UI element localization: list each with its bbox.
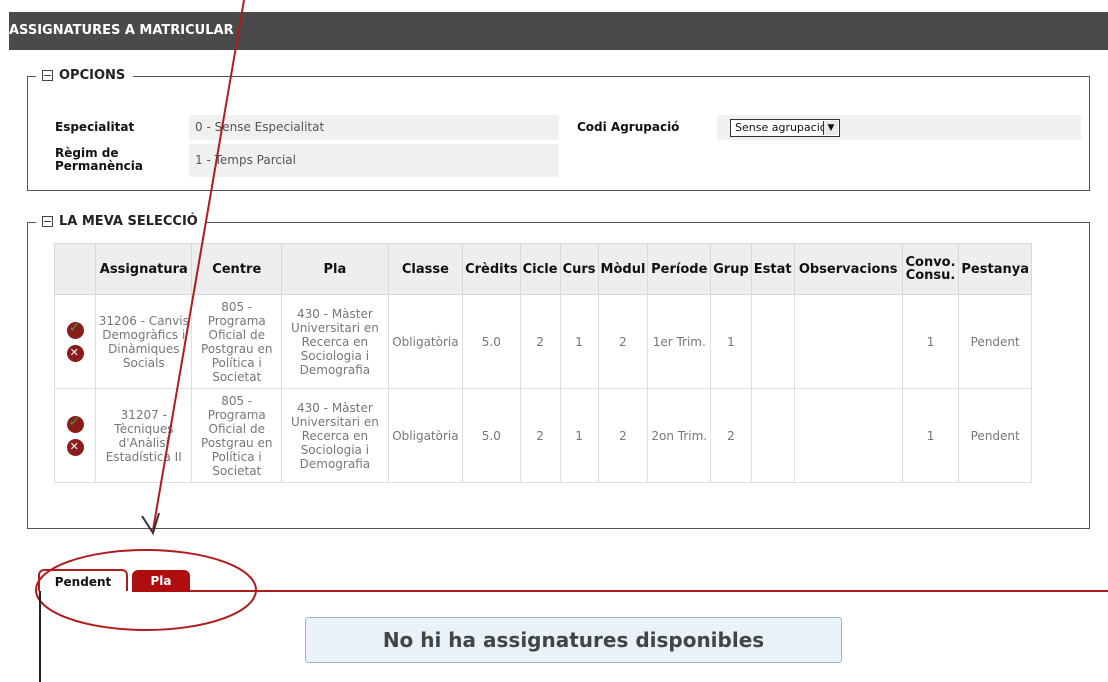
confirm-icon[interactable] bbox=[66, 414, 84, 433]
opcions-title: OPCIONS bbox=[59, 68, 126, 83]
especialitat-value: 0 - Sense Especialitat bbox=[189, 115, 559, 140]
codi-agrupacio-selected: Sense agrupació bbox=[735, 121, 827, 134]
cell-classe: Obligatòria bbox=[387, 388, 464, 483]
cell-pla: 430 - Màster Universitari en Recerca en … bbox=[281, 294, 389, 389]
cell-credits: 5.0 bbox=[462, 294, 521, 389]
cell-cicle: 2 bbox=[519, 294, 561, 389]
cell-pla: 430 - Màster Universitari en Recerca en … bbox=[281, 388, 389, 483]
col-assignatura: Assignatura bbox=[95, 243, 193, 295]
cell-estat bbox=[750, 294, 795, 389]
cell-periode: 1er Trim. bbox=[647, 294, 712, 389]
cell-grup: 2 bbox=[710, 388, 752, 483]
delete-icon[interactable] bbox=[66, 438, 84, 456]
row-actions bbox=[53, 388, 97, 483]
cell-centre: 805 - Programa Oficial de Postgrau en Po… bbox=[191, 388, 283, 483]
col-centre: Centre bbox=[191, 243, 283, 295]
cell-pestanya: Pendent bbox=[958, 294, 1032, 389]
seleccio-legend[interactable]: LA MEVA SELECCIÓ bbox=[36, 214, 206, 229]
cell-modul: 2 bbox=[597, 388, 649, 483]
col-pestanya: Pestanya bbox=[958, 243, 1032, 295]
cell-curs: 1 bbox=[559, 388, 599, 483]
table-row: 31207 - Tècniques d'Anàlisi Estadística … bbox=[53, 388, 1032, 483]
col-estat: Estat bbox=[750, 243, 795, 295]
dropdown-arrow-icon[interactable]: ▼ bbox=[823, 121, 838, 135]
delete-icon[interactable] bbox=[66, 344, 84, 362]
cell-pestanya: Pendent bbox=[958, 388, 1032, 483]
opcions-legend[interactable]: OPCIONS bbox=[36, 68, 134, 83]
tab-pendent[interactable]: Pendent bbox=[38, 569, 128, 591]
regim-label-line2: Permanència bbox=[55, 159, 144, 173]
regim-value: 1 - Temps Parcial bbox=[189, 144, 559, 177]
col-periode: Període bbox=[647, 243, 712, 295]
cell-cicle: 2 bbox=[519, 388, 561, 483]
collapse-icon[interactable] bbox=[42, 216, 53, 227]
tab-pla[interactable]: Pla bbox=[132, 570, 190, 592]
section-header: ASSIGNATURES A MATRICULAR bbox=[9, 12, 1108, 50]
cell-periode: 2on Trim. bbox=[647, 388, 712, 483]
cell-assignatura: 31206 - Canvis Demogràfics i Dinàmiques … bbox=[95, 294, 193, 389]
tab-underline bbox=[190, 590, 1108, 592]
codi-agrupacio-select[interactable]: Sense agrupació ▼ bbox=[730, 119, 840, 137]
col-cicle: Cicle bbox=[519, 243, 561, 295]
col-pla: Pla bbox=[281, 243, 389, 295]
confirm-icon[interactable] bbox=[66, 320, 84, 339]
seleccio-title: LA MEVA SELECCIÓ bbox=[59, 214, 198, 229]
col-observacions: Observacions bbox=[793, 243, 903, 295]
col-actions bbox=[53, 243, 97, 295]
col-classe: Classe bbox=[387, 243, 464, 295]
especialitat-label: Especialitat bbox=[55, 120, 135, 134]
cell-credits: 5.0 bbox=[462, 388, 521, 483]
cell-estat bbox=[750, 388, 795, 483]
col-convo: Convo. Consu. bbox=[901, 243, 960, 295]
row-actions bbox=[53, 294, 97, 389]
codi-agrupacio-label: Codi Agrupació bbox=[577, 120, 680, 134]
regim-label: Règim de Permanència bbox=[55, 147, 143, 173]
empty-message: No hi ha assignatures disponibles bbox=[305, 617, 842, 663]
selection-table: Assignatura Centre Pla Classe Crèdits Ci… bbox=[53, 243, 1032, 483]
table-header-row: Assignatura Centre Pla Classe Crèdits Ci… bbox=[53, 243, 1032, 295]
cell-convo: 1 bbox=[901, 388, 960, 483]
cell-classe: Obligatòria bbox=[387, 294, 464, 389]
col-modul: Mòdul bbox=[597, 243, 649, 295]
cell-convo: 1 bbox=[901, 294, 960, 389]
cell-observacions bbox=[793, 294, 903, 389]
cell-modul: 2 bbox=[597, 294, 649, 389]
cell-centre: 805 - Programa Oficial de Postgrau en Po… bbox=[191, 294, 283, 389]
cell-curs: 1 bbox=[559, 294, 599, 389]
cell-observacions bbox=[793, 388, 903, 483]
cell-assignatura: 31207 - Tècniques d'Anàlisi Estadística … bbox=[95, 388, 193, 483]
section-title: ASSIGNATURES A MATRICULAR bbox=[9, 23, 234, 38]
cell-grup: 1 bbox=[710, 294, 752, 389]
col-curs: Curs bbox=[559, 243, 599, 295]
col-grup: Grup bbox=[710, 243, 752, 295]
collapse-icon[interactable] bbox=[42, 70, 53, 81]
col-credits: Crèdits bbox=[462, 243, 521, 295]
table-row: 31206 - Canvis Demogràfics i Dinàmiques … bbox=[53, 294, 1032, 389]
